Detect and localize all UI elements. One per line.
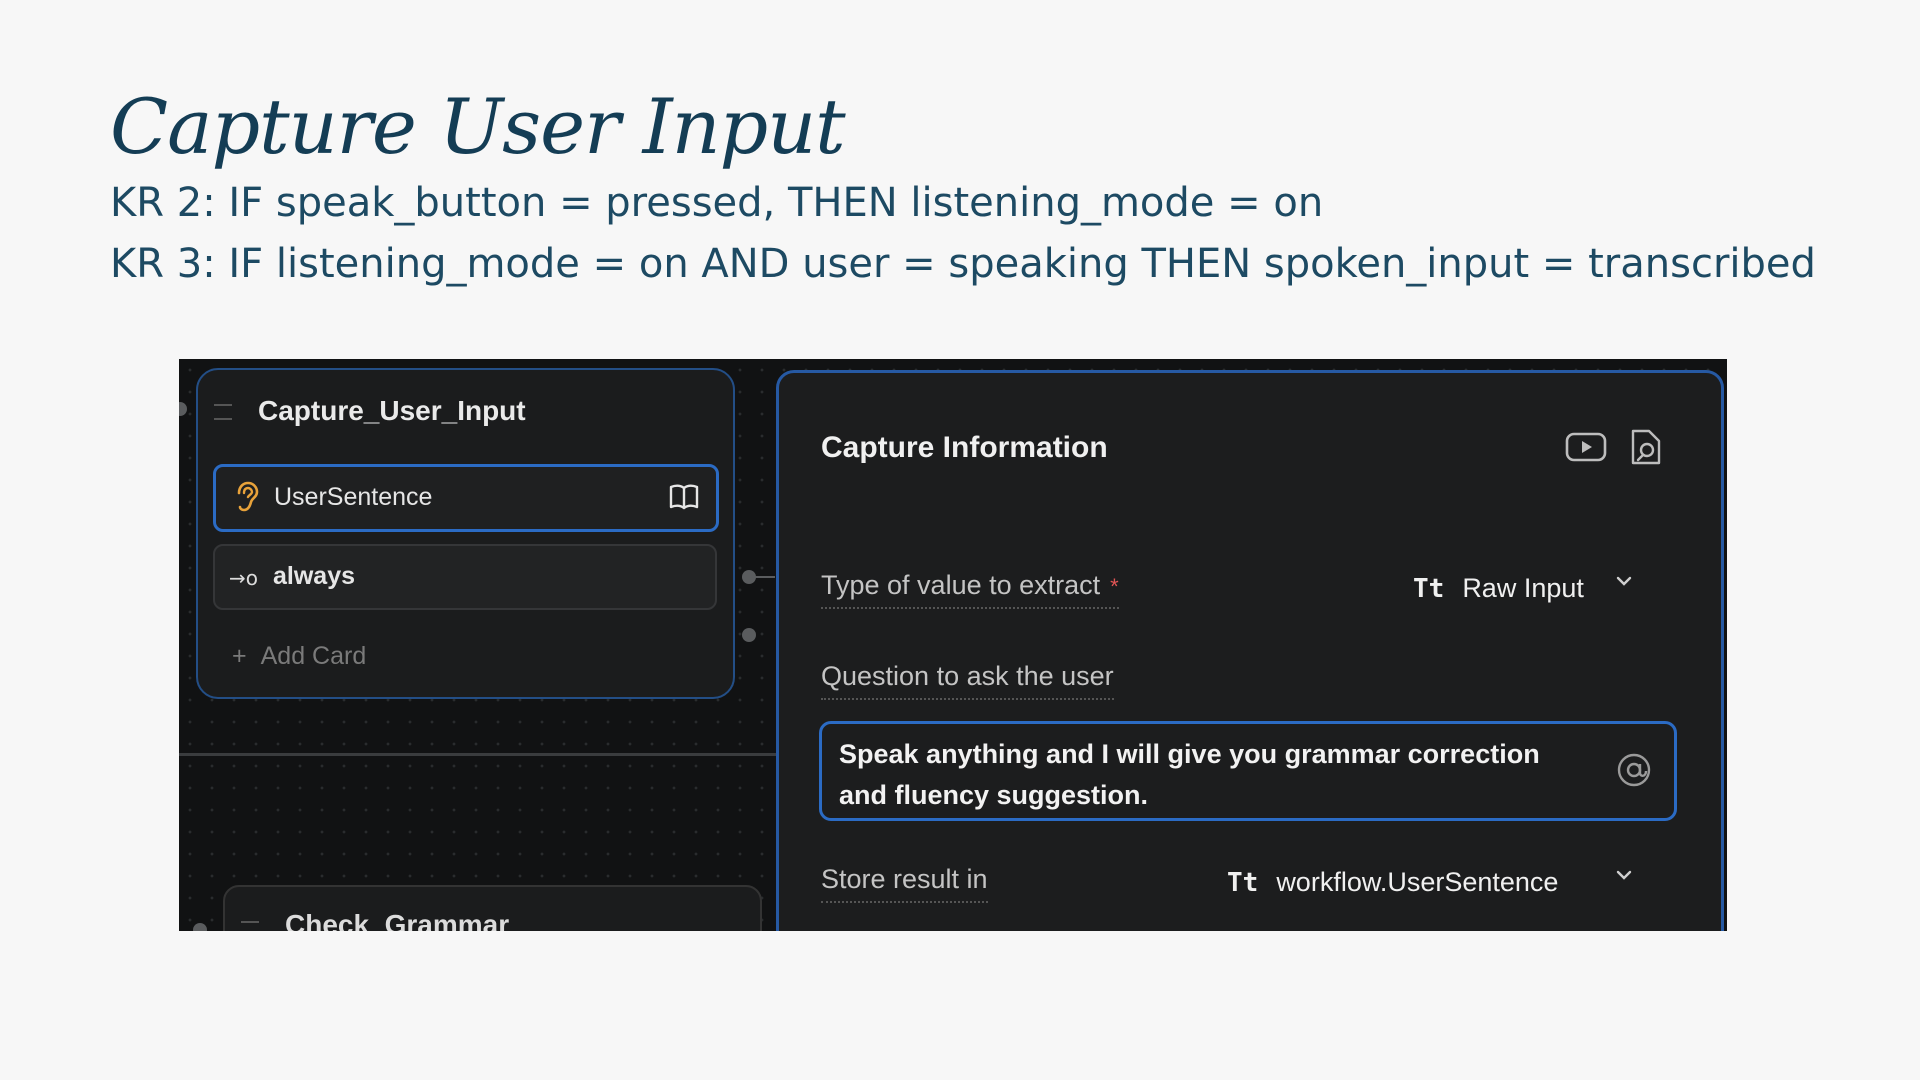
chevron-down-icon[interactable]: [1616, 867, 1632, 883]
question-input-text: Speak anything and I will give you gramm…: [839, 739, 1540, 810]
kr3-text: KR 3: IF listening_mode = on AND user = …: [110, 241, 1816, 287]
youtube-icon[interactable]: [1565, 431, 1607, 463]
workflow-node-capture[interactable]: Capture_User_Input UserSentence →o alway…: [196, 368, 735, 699]
node-title: Capture_User_Input: [258, 395, 526, 426]
type-select-value: Raw Input: [1462, 573, 1584, 603]
text-type-icon: Tt: [1227, 868, 1259, 898]
question-input[interactable]: Speak anything and I will give you gramm…: [819, 721, 1677, 821]
at-mention-icon[interactable]: [1616, 752, 1652, 788]
text-type-icon: Tt: [1413, 574, 1445, 604]
capture-information-panel: Capture Information Type of value to ext…: [776, 370, 1724, 931]
store-select-value: workflow.UserSentence: [1276, 867, 1559, 897]
step-card-always[interactable]: →o always: [213, 544, 717, 610]
chevron-down-icon[interactable]: [1616, 573, 1632, 589]
arrow-icon: →o: [229, 566, 258, 590]
book-icon[interactable]: [668, 482, 700, 512]
store-field-label: Store result in: [821, 864, 988, 903]
plus-icon: +: [232, 642, 247, 670]
node-output-port-2[interactable]: [742, 628, 756, 642]
slide-title: Capture User Input: [110, 82, 846, 171]
workflow-screenshot: Capture_User_Input UserSentence →o alway…: [179, 359, 1727, 931]
connector-line: [179, 753, 776, 756]
type-field-label: Type of value to extract *: [821, 570, 1119, 609]
add-card-label: Add Card: [260, 642, 367, 670]
node2-title: Check_Grammar: [285, 909, 510, 931]
node2-input-port[interactable]: [193, 923, 207, 931]
node-input-port[interactable]: [179, 402, 187, 416]
kr2-text: KR 2: IF speak_button = pressed, THEN li…: [110, 180, 1324, 226]
drag-handle-icon[interactable]: [241, 921, 259, 931]
step-label-user-sentence: UserSentence: [274, 483, 433, 511]
panel-title: Capture Information: [821, 431, 1108, 464]
drag-handle-icon[interactable]: [214, 404, 232, 420]
workflow-node-check-grammar[interactable]: Check_Grammar: [223, 885, 762, 931]
port-connector: [755, 576, 775, 578]
required-mark: *: [1110, 574, 1119, 599]
ear-icon: [237, 481, 259, 512]
type-select[interactable]: Tt Raw Input: [1413, 573, 1584, 604]
node-output-port-1[interactable]: [742, 570, 756, 584]
document-search-icon[interactable]: [1629, 427, 1663, 467]
step-card-user-sentence[interactable]: UserSentence: [213, 464, 719, 532]
type-label-text: Type of value to extract: [821, 570, 1101, 600]
question-field-label: Question to ask the user: [821, 661, 1114, 700]
store-select[interactable]: Tt workflow.UserSentence: [1227, 867, 1558, 898]
step-label-always: always: [273, 562, 356, 590]
add-card-button[interactable]: + Add Card: [232, 642, 366, 671]
